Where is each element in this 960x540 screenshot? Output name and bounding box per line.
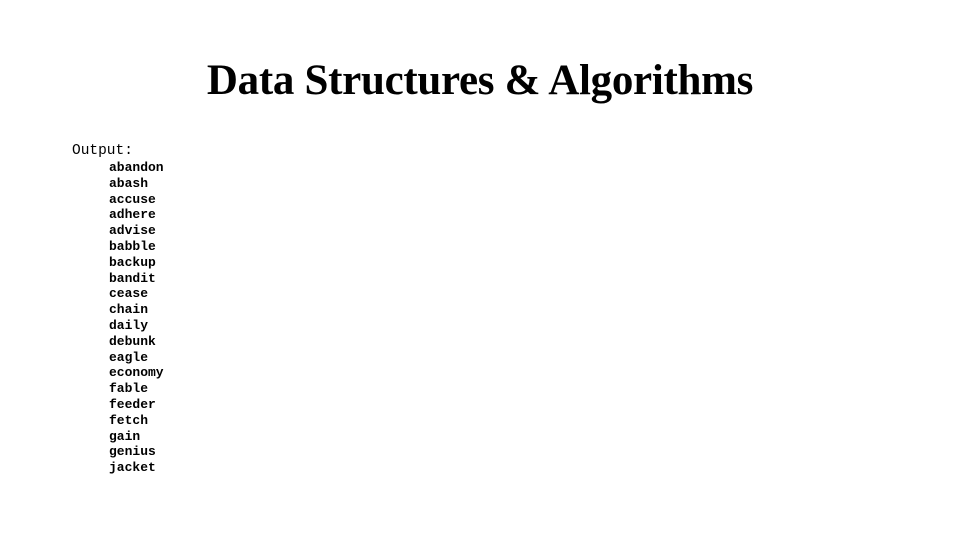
list-item: genius [109, 444, 156, 460]
list-item: adhere [109, 207, 156, 223]
list-item: accuse [109, 191, 156, 207]
list-item: economy [109, 365, 164, 381]
list-item: cease [109, 286, 149, 302]
list-item: eagle [109, 349, 149, 365]
list-item: fable [109, 381, 149, 397]
list-item: babble [109, 238, 156, 254]
list-item: bandit [109, 270, 156, 286]
list-item: feeder [109, 396, 156, 412]
list-item: backup [109, 254, 156, 270]
list-item: jacket [109, 460, 156, 476]
list-item: abandon [109, 160, 164, 175]
slide-title: Data Structures & Algorithms [206, 57, 754, 104]
list-item: debunk [109, 333, 156, 349]
list-item: daily [109, 317, 149, 333]
list-item: advise [109, 223, 156, 239]
list-item: abash [109, 175, 149, 191]
list-item: gain [109, 428, 141, 444]
list-item: chain [109, 302, 149, 318]
list-item: fetch [109, 412, 149, 428]
slide: Data Structures & Algorithms Output: aba… [0, 0, 960, 540]
output-word-list: abandon abash accuse adhere advise babbl… [109, 160, 164, 476]
output-label: Output: [72, 143, 133, 159]
